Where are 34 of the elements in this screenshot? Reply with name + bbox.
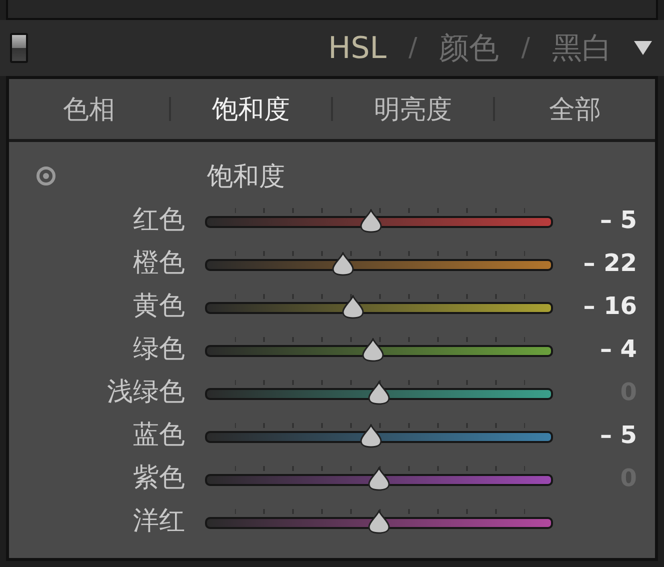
slider-label: 紫色 [132, 462, 185, 495]
tab[interactable]: 色相 [9, 90, 169, 128]
slider-thumb[interactable] [358, 424, 383, 448]
separator: / [521, 33, 530, 63]
section-title: 饱和度 [207, 160, 285, 194]
menu-triangle-icon[interactable] [634, 41, 652, 55]
slider-label: 蓝色 [132, 419, 185, 452]
slider-thumb[interactable] [367, 380, 391, 404]
slider-value: – 16 [582, 292, 637, 320]
panel-toggle[interactable] [10, 33, 28, 63]
slider-label: 浅绿色 [106, 376, 185, 409]
target-adjust-icon[interactable] [35, 165, 57, 187]
mode-tab[interactable]: 黑白 [552, 28, 612, 68]
slider-thumb[interactable] [331, 252, 356, 276]
slider-label: 绿色 [132, 333, 185, 366]
tab[interactable]: 明亮度 [333, 90, 493, 128]
slider-value: – 4 [598, 334, 637, 362]
mode-tab[interactable]: 颜色 [439, 28, 500, 68]
slider-label: 橙色 [132, 247, 185, 280]
slider-label: 洋红 [132, 505, 185, 538]
slider-thumb[interactable] [367, 466, 391, 490]
slider-value: – 22 [582, 248, 637, 276]
tab[interactable]: 饱和度 [171, 90, 331, 128]
separator: / [408, 33, 418, 63]
slider-value: – 5 [598, 420, 637, 448]
tab[interactable]: 全部 [495, 90, 655, 128]
slider-thumb[interactable] [360, 338, 385, 362]
slider-value: – 5 [598, 206, 637, 234]
slider-label: 黄色 [132, 290, 185, 323]
slider-thumb[interactable] [341, 294, 366, 318]
slider-label: 红色 [132, 204, 185, 237]
slider-thumb[interactable] [367, 510, 391, 534]
mode-tab[interactable]: HSL [328, 30, 386, 66]
slider-thumb[interactable] [358, 208, 383, 232]
